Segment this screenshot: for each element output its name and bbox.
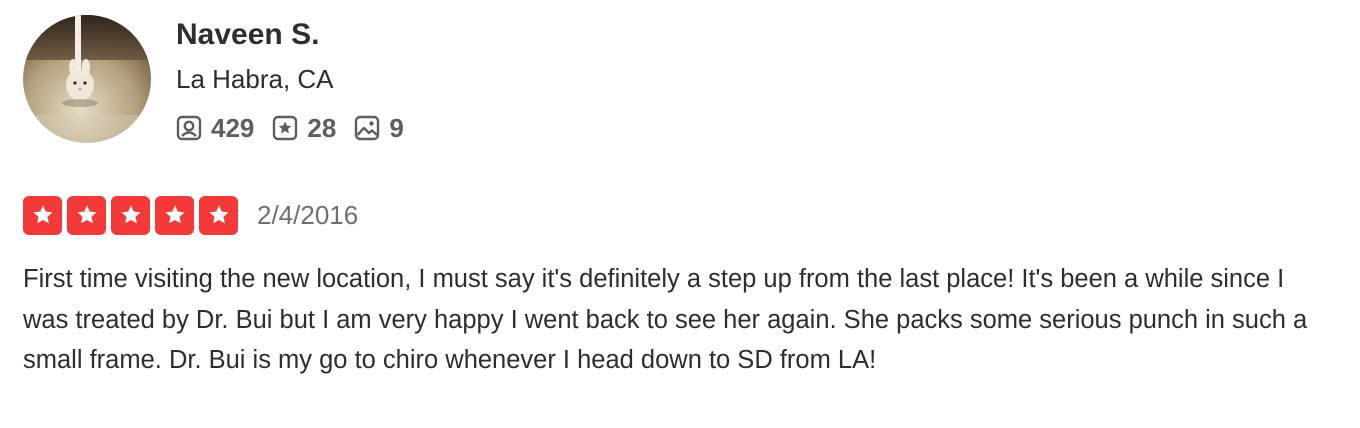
review-date: 2/4/2016 [257,200,359,230]
reviews-count: 28 [307,113,337,143]
star-rating [23,195,243,235]
review-star-icon [272,115,298,141]
user-avatar[interactable] [23,15,151,143]
photos-count: 9 [389,113,404,143]
friends-count: 429 [211,113,255,143]
user-location: La Habra, CA [176,64,334,94]
review-text: First time visiting the new location, I … [23,265,1308,374]
friends-icon [176,115,202,141]
photo-icon [354,115,380,141]
user-stats: 429 28 9 [176,112,422,144]
friends-stat: 429 [176,113,254,143]
star-icon [111,195,150,235]
review-card: Naveen S. La Habra, CA 429 28 9 2/4/2016… [0,0,1360,428]
user-name[interactable]: Naveen S. [176,17,319,53]
rating-row: 2/4/2016 [23,195,358,235]
reviews-stat: 28 [272,113,336,143]
star-icon [155,195,194,235]
star-icon [199,195,238,235]
star-icon [23,195,62,235]
photos-stat: 9 [354,113,404,143]
star-icon [67,195,106,235]
